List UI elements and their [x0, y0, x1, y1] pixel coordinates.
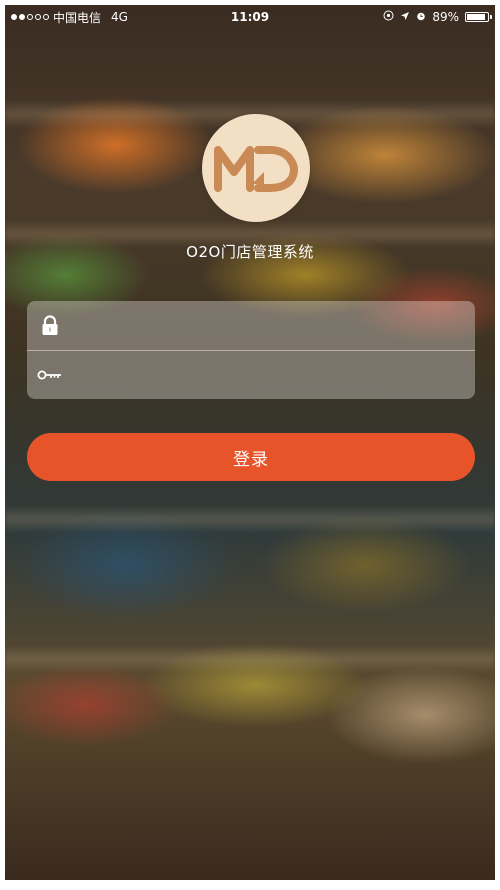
- location-icon: [400, 10, 410, 24]
- battery-icon: [465, 12, 492, 22]
- status-right: 89%: [383, 10, 492, 24]
- status-bar: 中国电信 4G 11:09 89%: [5, 5, 495, 29]
- md-logo-icon: [202, 114, 310, 222]
- orientation-lock-icon: [383, 10, 394, 24]
- background-shelf-band: [5, 505, 495, 533]
- lock-icon: [27, 301, 73, 350]
- login-screen: 中国电信 4G 11:09 89% O2O门店管理系统 登录: [5, 5, 495, 880]
- username-input[interactable]: [73, 301, 465, 350]
- password-row: [27, 350, 475, 399]
- background-shelf-band: [5, 645, 495, 673]
- password-input[interactable]: [73, 350, 465, 399]
- battery-percent: 89%: [432, 10, 459, 24]
- username-row: [27, 301, 475, 351]
- login-button[interactable]: 登录: [27, 433, 475, 481]
- app-title: O2O门店管理系统: [186, 243, 314, 261]
- alarm-icon: [416, 10, 426, 24]
- key-icon: [27, 350, 73, 399]
- login-form: [27, 301, 475, 399]
